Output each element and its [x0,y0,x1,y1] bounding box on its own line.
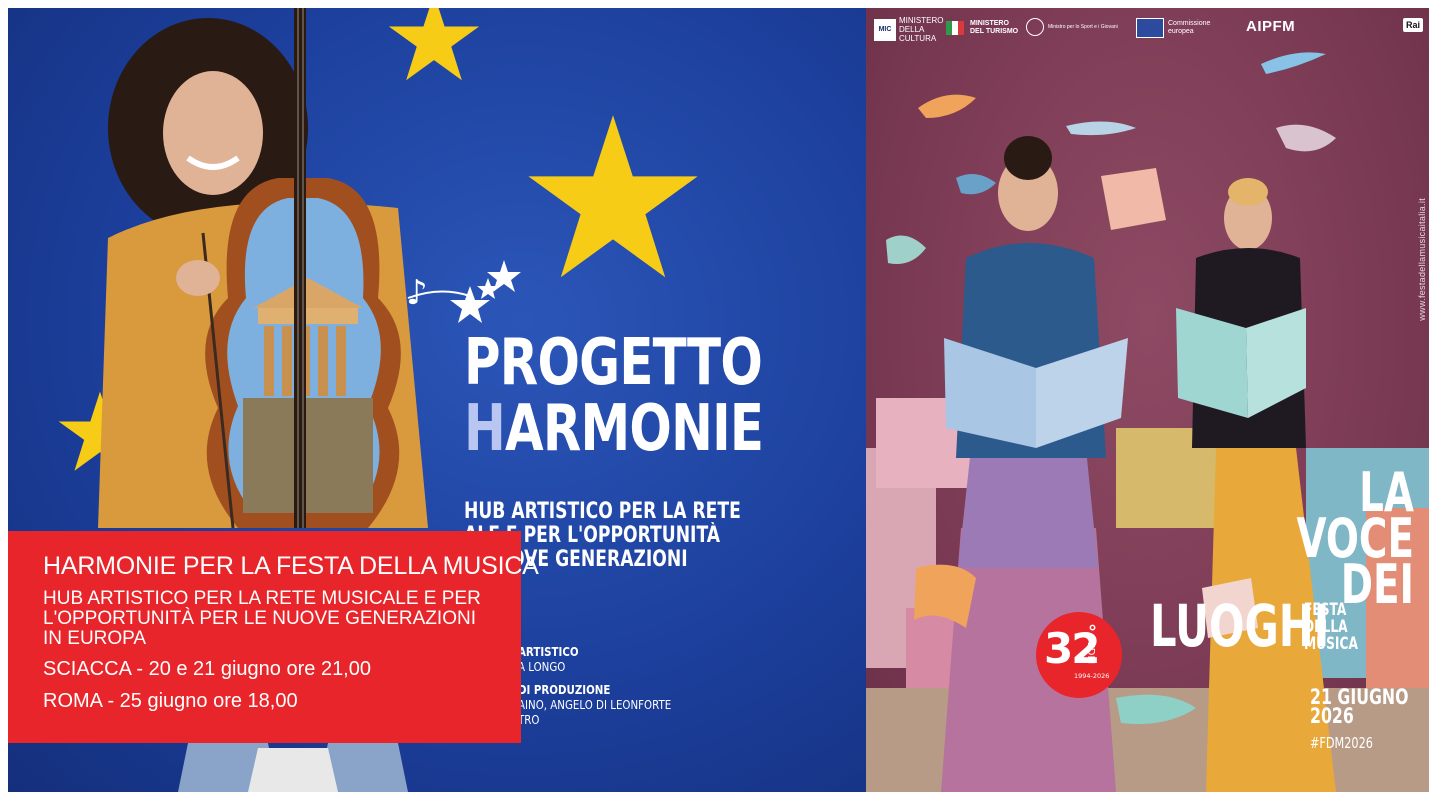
ministero-cultura-logo: MIC MINISTERO DELLA CULTURA [874,16,943,43]
badge-degree: ° [1088,622,1097,643]
title-luoghi: LUOGHI [1150,592,1330,660]
mic-icon: MIC [874,18,896,41]
mic-text: MINISTERO [899,16,944,25]
credit-name: AINO, ANGELO DI LEONFORTE [518,697,672,712]
festa-musica-poster: MIC MINISTERO DELLA CULTURA MINISTERO DE… [866,8,1429,792]
event-description-line: HUB ARTISTICO PER LA RETE MUSICALE E PER [43,588,481,609]
credits: ARTISTICO A LONGO DI PRODUZIONE AINO, AN… [518,644,858,727]
aipfm-logo: AIPFM [1246,18,1296,35]
website-url: www.festadellamusicaitalia.it [1417,198,1427,321]
mic-text: CULTURA [899,34,937,43]
italian-flag-icon [946,21,964,35]
festa-della-musica-label: FESTA DELLA MUSICA [1304,596,1358,653]
sport-text: Ministro per lo Sport e i Giovani [1048,24,1118,30]
badge-years: 1994-2026 [1074,672,1110,680]
badge-fdm: FDM [1085,642,1096,665]
eu-flag-icon [1136,18,1164,38]
mic-text: DELLA [899,25,925,34]
event-description-line: IN EUROPA [43,628,147,649]
date-year: 2026 [1310,704,1354,728]
subtitle-line: HUB ARTISTICO PER LA RETE [464,499,741,524]
project-subtitle: HUB ARTISTICO PER LA RETE ALE E PER L'OP… [464,500,864,596]
title-line-progetto: PROGETTO [464,326,763,400]
event-date-sciacca: SCIACCA - 20 e 21 giugno ore 21,00 [43,658,371,680]
eu-text: europea [1168,28,1194,35]
eu-text: Commissione [1168,20,1211,27]
singers-illustration [866,52,1429,792]
turismo-text: MINISTERO [970,20,1009,27]
eu-star-large [523,108,703,288]
rai-logo: Rai [1402,18,1423,32]
event-date-roma: ROMA - 25 giugno ore 18,00 [43,690,298,712]
festival-date: 21 GIUGNO 2026 #FDM2026 [1310,687,1429,752]
edition-badge: 32 ° FDM 1994-2026 [1036,612,1122,698]
seal-icon [1026,18,1044,36]
event-description-line: L'OPPORTUNITÀ PER LE NUOVE GENERAZIONI [43,608,476,629]
title-h-letter: H [464,392,506,466]
turismo-text: DEL TURISMO [970,28,1019,35]
credit-name: A LONGO [518,659,566,674]
credit-heading: DI PRODUZIONE [518,682,611,697]
ministero-turismo-logo: MINISTERO DEL TURISMO [970,20,1018,36]
ministro-sport-logo: Ministro per lo Sport e i Giovani [1026,18,1118,36]
poster-title: LA VOCE DEI [1144,466,1414,612]
commissione-europea-logo: Commissione europea [1136,18,1210,38]
credit-name: TRO [518,712,540,727]
title-line-harmonie: HARMONIE [464,396,776,462]
event-info-box: HARMONIE PER LA FESTA DELLA MUSICA HUB A… [8,531,539,743]
credit-heading: ARTISTICO [518,644,579,659]
title-luoghi-row: LUOGHI FESTA DELLA MUSICA [1150,596,1379,656]
sponsor-logo-bar: MIC MINISTERO DELLA CULTURA MINISTERO DE… [866,8,1429,48]
event-title: HARMONIE PER LA FESTA DELLA MUSICA [43,552,539,580]
festa-line: MUSICA [1304,634,1358,654]
project-title: PROGETTO HARMONIE [464,330,864,462]
title-harmonie-rest: ARMONIE [504,392,764,466]
hashtag: #FDM2026 [1310,734,1373,752]
